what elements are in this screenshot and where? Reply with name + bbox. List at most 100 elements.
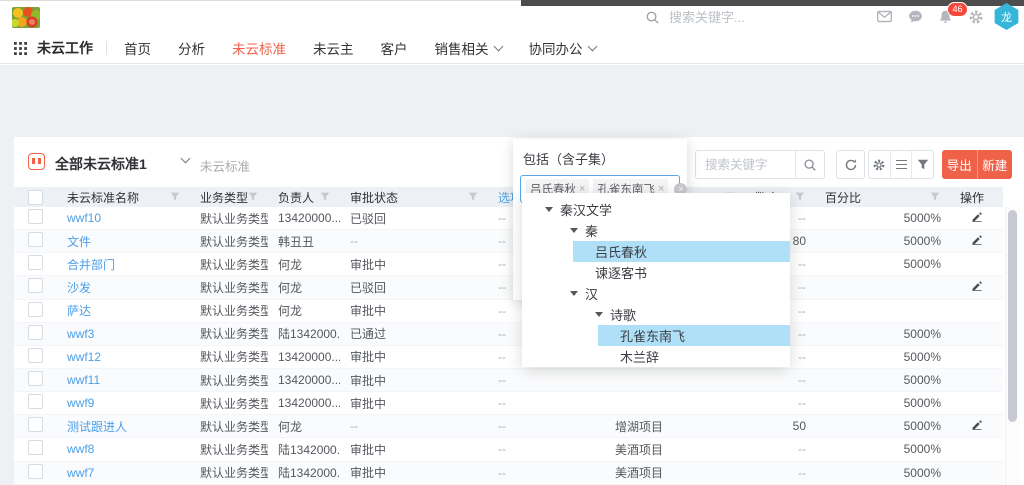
nav-item-1[interactable]: 首页 xyxy=(124,38,151,58)
cell-value: -- xyxy=(798,327,806,341)
vertical-scrollbar-thumb[interactable] xyxy=(1008,210,1017,422)
record-link[interactable]: 文件 xyxy=(67,235,91,249)
row-checkbox[interactable] xyxy=(28,209,43,224)
record-link[interactable]: wwf9 xyxy=(67,396,94,410)
nav-item-5[interactable]: 客户 xyxy=(381,38,408,58)
refresh-button[interactable] xyxy=(836,150,865,179)
tree-expand-caret-icon[interactable] xyxy=(595,312,603,317)
cell-type: 默认业务类型 xyxy=(190,464,268,481)
record-link[interactable]: 合并部门 xyxy=(67,258,115,272)
record-link[interactable]: wwf3 xyxy=(67,327,94,341)
record-link[interactable]: 沙发 xyxy=(67,281,91,295)
tree-node[interactable]: 木兰辞 xyxy=(598,346,790,367)
list-view-icon[interactable] xyxy=(890,151,912,178)
cell-owner: 陆1342000... xyxy=(268,464,340,481)
cell-action xyxy=(950,211,1003,226)
create-button[interactable]: 新建 xyxy=(977,150,1013,179)
tree-expand-caret-icon[interactable] xyxy=(570,291,578,296)
settings-icon[interactable] xyxy=(869,151,890,178)
global-search-input[interactable] xyxy=(667,9,781,26)
record-link[interactable]: wwf12 xyxy=(67,350,101,364)
list-search-input[interactable] xyxy=(696,151,795,178)
row-checkbox[interactable] xyxy=(28,232,43,247)
filter-icon[interactable] xyxy=(911,151,933,178)
cell-value: -- xyxy=(498,211,506,225)
cell-type: 默认业务类型 xyxy=(190,210,268,227)
record-link[interactable]: 萨达 xyxy=(67,304,91,318)
row-checkbox[interactable] xyxy=(28,417,43,432)
cell-type: 默认业务类型 xyxy=(190,418,268,435)
nav-items: 首页 分析 未云标准 未云主 客户 销售相关 协同办公 xyxy=(124,38,596,58)
vertical-scrollbar[interactable] xyxy=(1005,207,1020,485)
cell-percent: 5000% xyxy=(815,211,950,225)
nav-item-7[interactable]: 协同办公 xyxy=(529,38,596,58)
cell-value: 审批中 xyxy=(350,443,386,457)
cell-value: 已驳回 xyxy=(350,281,386,295)
edit-icon[interactable] xyxy=(971,280,983,292)
tree-node[interactable]: 诗歌 xyxy=(573,304,790,325)
cell-value: -- xyxy=(798,373,806,387)
record-link[interactable]: wwf7 xyxy=(67,466,94,480)
cell-value: 默认业务类型 xyxy=(200,304,268,318)
record-link[interactable]: wwf8 xyxy=(67,442,94,456)
row-checkbox[interactable] xyxy=(28,325,43,340)
primary-actions: 导出 新建 xyxy=(942,150,1012,179)
record-link[interactable]: 测试跟进人 xyxy=(67,420,127,434)
view-title[interactable]: 全部未云标准1 xyxy=(55,154,147,174)
column-filter-funnel-icon[interactable] xyxy=(170,192,180,202)
column-label: 业务类型 xyxy=(200,189,248,206)
cell-value: 何龙 xyxy=(278,258,302,272)
cell-type: 默认业务类型 xyxy=(190,372,268,389)
nav-item-6[interactable]: 销售相关 xyxy=(435,38,502,58)
cell-status: -- xyxy=(340,234,488,248)
row-checkbox[interactable] xyxy=(28,440,43,455)
tree-expand-caret-icon[interactable] xyxy=(570,228,578,233)
edit-icon[interactable] xyxy=(971,211,983,223)
row-checkbox[interactable] xyxy=(28,302,43,317)
row-checkbox[interactable] xyxy=(28,371,43,386)
record-link[interactable]: wwf10 xyxy=(67,211,101,225)
select-all-checkbox[interactable] xyxy=(28,190,43,205)
row-checkbox[interactable] xyxy=(28,348,43,363)
record-link[interactable]: wwf11 xyxy=(67,373,100,387)
column-filter-funnel-icon[interactable] xyxy=(795,192,805,202)
cell-value: 默认业务类型 xyxy=(200,212,268,226)
tree-node[interactable]: 吕氏春秋 xyxy=(573,241,790,262)
app-launcher-icon[interactable] xyxy=(14,42,27,55)
edit-icon[interactable] xyxy=(971,419,983,431)
tree-node[interactable]: 秦汉文学 xyxy=(523,199,790,220)
cell-name: wwf8 xyxy=(57,442,190,456)
chat-icon[interactable] xyxy=(907,9,924,25)
tree-node[interactable]: 谏逐客书 xyxy=(573,262,790,283)
tree-node[interactable]: 秦 xyxy=(548,220,790,241)
row-checkbox-cell xyxy=(14,371,57,389)
nav-item-3[interactable]: 未云标准 xyxy=(232,38,286,58)
column-filter-funnel-icon[interactable] xyxy=(248,192,258,202)
search-icon[interactable] xyxy=(795,151,824,178)
column-label: 审批状态 xyxy=(350,189,398,206)
column-filter-funnel-icon[interactable] xyxy=(930,192,940,202)
nav-item-label: 未云标准 xyxy=(232,38,286,58)
user-avatar[interactable]: 龙 xyxy=(993,3,1020,30)
row-checkbox[interactable] xyxy=(28,394,43,409)
cell-value: 5000% xyxy=(904,234,941,248)
mail-icon[interactable] xyxy=(876,9,893,25)
gear-icon[interactable] xyxy=(968,9,985,25)
column-filter-funnel-icon[interactable] xyxy=(468,192,478,202)
column-filter-funnel-icon[interactable] xyxy=(320,192,330,202)
tree-expand-caret-icon[interactable] xyxy=(545,207,553,212)
row-checkbox[interactable] xyxy=(28,278,43,293)
row-checkbox[interactable] xyxy=(28,255,43,270)
view-switch-caret-icon[interactable] xyxy=(181,154,191,164)
column-header-name: 未云标准名称 xyxy=(57,187,190,207)
tree-node[interactable]: 汉 xyxy=(548,283,790,304)
export-button[interactable]: 导出 xyxy=(942,150,977,179)
row-checkbox[interactable] xyxy=(28,464,43,479)
nav-item-4[interactable]: 未云主 xyxy=(313,38,354,58)
cell-value: -- xyxy=(498,234,506,248)
cell-status: 已驳回 xyxy=(340,279,488,296)
row-checkbox-cell xyxy=(14,464,57,482)
nav-item-2[interactable]: 分析 xyxy=(178,38,205,58)
tree-node[interactable]: 孔雀东南飞 xyxy=(598,325,790,346)
edit-icon[interactable] xyxy=(971,234,983,246)
